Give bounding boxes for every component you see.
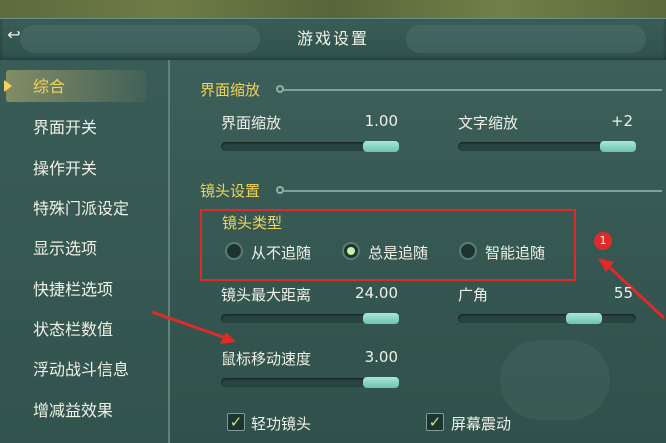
wide-angle-slider[interactable]	[458, 313, 636, 324]
annotation-highlight-box	[200, 209, 576, 281]
text-scale-slider[interactable]	[458, 141, 636, 152]
interface-scale-slider[interactable]	[221, 141, 399, 152]
interface-scale-label: 界面缩放	[221, 114, 282, 132]
sidebar-item-operation-toggles[interactable]: 操作开关	[33, 155, 97, 183]
sidebar-item-special-sect[interactable]: 特殊门派设定	[33, 195, 129, 223]
slider-knob[interactable]	[363, 377, 399, 388]
text-scale-label: 文字缩放	[458, 114, 519, 132]
max-distance-label: 镜头最大距离	[221, 286, 312, 304]
interface-scale-value: 1.00	[364, 112, 398, 130]
sidebar-item-status-values[interactable]: 状态栏数值	[33, 316, 113, 344]
sidebar-item-general[interactable]: 综合	[33, 73, 65, 101]
annotation-badge: 1	[594, 232, 612, 250]
max-distance-slider[interactable]	[221, 313, 399, 324]
slider-knob[interactable]	[566, 313, 602, 324]
section-divider	[276, 85, 662, 93]
mouse-speed-slider[interactable]	[221, 377, 399, 388]
max-distance-value: 24.00	[355, 284, 398, 302]
mouse-speed-label: 鼠标移动速度	[221, 350, 312, 368]
sidebar-item-combat-info[interactable]: 浮动战斗信息	[33, 356, 129, 384]
section-divider	[276, 186, 662, 194]
checkbox-screen-shake-label[interactable]: 屏幕震动	[451, 413, 511, 434]
sidebar-item-interface-toggles[interactable]: 界面开关	[33, 114, 97, 142]
section-title-ui-scale: 界面缩放	[200, 81, 261, 99]
section-title-camera: 镜头设置	[200, 182, 261, 200]
wide-angle-label: 广角	[458, 286, 489, 304]
text-scale-value: +2	[610, 112, 633, 130]
sidebar-item-buffs[interactable]: 增减益效果	[33, 397, 113, 425]
sidebar-item-hotbar[interactable]: 快捷栏选项	[33, 276, 113, 304]
slider-knob[interactable]	[600, 141, 636, 152]
checkbox-screen-shake[interactable]: ✓	[426, 413, 444, 431]
sidebar-active-highlight	[4, 70, 146, 102]
checkbox-qinggong-camera-label[interactable]: 轻功镜头	[251, 413, 311, 434]
mouse-speed-value: 3.00	[364, 348, 398, 366]
wide-angle-value: 55	[613, 284, 633, 302]
window-title: 游戏设置	[296, 29, 369, 48]
slider-knob[interactable]	[363, 141, 399, 152]
background-figure	[500, 340, 610, 420]
sidebar: 综合 界面开关 操作开关 特殊门派设定 显示选项 快捷栏选项 状态栏数值 浮动战…	[0, 60, 170, 443]
checkbox-qinggong-camera[interactable]: ✓	[227, 413, 245, 431]
sidebar-item-display[interactable]: 显示选项	[33, 235, 97, 263]
slider-knob[interactable]	[363, 313, 399, 324]
